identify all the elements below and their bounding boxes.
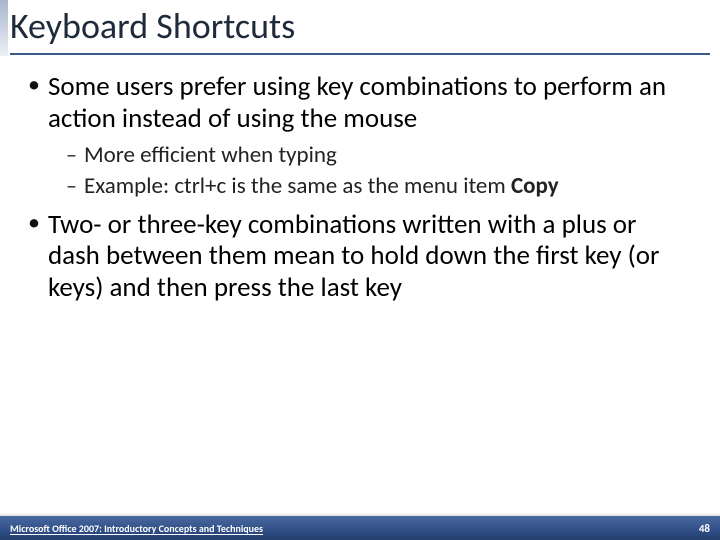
bullet-item: Two- or three-key combinations written w… — [26, 209, 694, 305]
top-accent — [0, 0, 8, 56]
slide-title: Keyboard Shortcuts — [10, 6, 710, 47]
slide: Keyboard Shortcuts Some users prefer usi… — [0, 0, 720, 540]
sub-bullet-list: More efficient when typing Example: ctrl… — [66, 141, 694, 201]
bullet-item: Some users prefer using key combinations… — [26, 71, 694, 200]
title-area: Keyboard Shortcuts — [0, 0, 720, 47]
sub-bullet-item: Example: ctrl+c is the same as the menu … — [66, 172, 694, 201]
sub-bullet-text: Example: ctrl+c is the same as the menu … — [84, 172, 511, 200]
footer-text: Microsoft Office 2007: Introductory Conc… — [10, 522, 263, 535]
bullet-text: Some users prefer using key combinations… — [48, 70, 666, 135]
page-number: 48 — [699, 522, 710, 535]
content-area: Some users prefer using key combinations… — [0, 55, 720, 304]
sub-bullet-item: More efficient when typing — [66, 141, 694, 170]
sub-bullet-bold: Copy — [511, 172, 559, 200]
bullet-text: Two- or three-key combinations written w… — [48, 208, 659, 305]
bullet-list: Some users prefer using key combinations… — [26, 71, 694, 304]
sub-bullet-text: More efficient when typing — [84, 141, 337, 169]
footer-bar: Microsoft Office 2007: Introductory Conc… — [0, 516, 720, 540]
